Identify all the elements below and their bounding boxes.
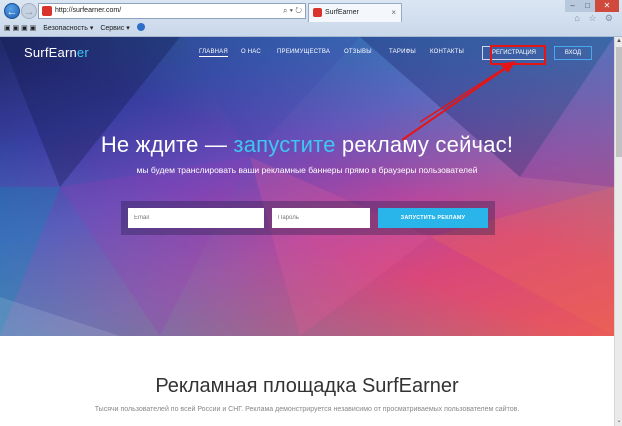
login-button[interactable]: ВХОД (554, 46, 592, 60)
address-bar[interactable]: http://surfearner.com/ ⌕ ▾ ↻ (38, 3, 306, 19)
menu-item-about[interactable]: О НАС (241, 49, 261, 55)
hero-subline: мы будем транслировать ваши рекламные ба… (136, 165, 478, 175)
window-maximize-button[interactable]: □ (580, 0, 595, 12)
scroll-thumb[interactable] (616, 47, 622, 157)
command-tools[interactable]: Сервис ▾ (100, 25, 129, 32)
tab-close-icon[interactable]: × (391, 4, 396, 21)
window-minimize-button[interactable]: – (565, 0, 580, 12)
help-icon[interactable] (136, 23, 145, 31)
menu-item-reviews[interactable]: ОТЗЫВЫ (344, 49, 372, 55)
annotation-highlight-box (490, 45, 546, 65)
launch-ad-button[interactable]: ЗАПУСТИТЬ РЕКЛАМУ (378, 208, 488, 228)
menu-item-contacts[interactable]: КОНТАКТЫ (430, 49, 464, 55)
password-input[interactable] (272, 208, 370, 228)
command-bar: ▣ ▣ ▣ ▣ Безопасность ▾ Сервис ▾ (0, 22, 622, 36)
section-title: Рекламная площадка SurfEarner (155, 375, 459, 397)
address-tools-icons[interactable]: ⌕ ▾ ↻ (283, 4, 302, 18)
hero-section: SurfEarner ГЛАВНАЯ О НАС ПРЕИМУЩЕСТВА ОТ… (0, 37, 614, 336)
window-close-button[interactable]: ✕ (595, 0, 619, 12)
brand-logo[interactable]: SurfEarner (24, 45, 89, 60)
tab-title: SurfEarner (325, 9, 359, 16)
address-url: http://surfearner.com/ (55, 7, 122, 14)
page-scrollbar[interactable]: ▲ ⌄ (614, 37, 622, 426)
forward-button[interactable]: → (21, 3, 37, 19)
email-input[interactable] (128, 208, 264, 228)
scroll-up-icon[interactable]: ▲ (615, 37, 622, 46)
command-bar-icons: ▣ ▣ ▣ ▣ (4, 25, 37, 32)
browser-tab-row: ← → http://surfearner.com/ ⌕ ▾ ↻ SurfEar… (0, 0, 622, 23)
scroll-down-icon[interactable]: ⌄ (615, 417, 622, 426)
browser-tab[interactable]: SurfEarner × (308, 3, 402, 22)
menu-item-home[interactable]: ГЛАВНАЯ (199, 49, 228, 57)
browser-chrome: ← → http://surfearner.com/ ⌕ ▾ ↻ SurfEar… (0, 0, 622, 37)
hero-headline: Не ждите — запустите рекламу сейчас! (100, 132, 514, 157)
section-text: Тысячи пользователей по всей России и СН… (94, 406, 520, 413)
site-favicon-icon (42, 6, 52, 16)
command-security[interactable]: Безопасность ▾ (43, 25, 93, 32)
signup-form: ЗАПУСТИТЬ РЕКЛАМУ (121, 201, 495, 235)
tab-favicon-icon (313, 8, 322, 17)
back-button[interactable]: ← (4, 3, 20, 19)
menu-item-tariffs[interactable]: ТАРИФЫ (389, 49, 416, 55)
menu-item-advantages[interactable]: ПРЕИМУЩЕСТВА (277, 49, 330, 55)
